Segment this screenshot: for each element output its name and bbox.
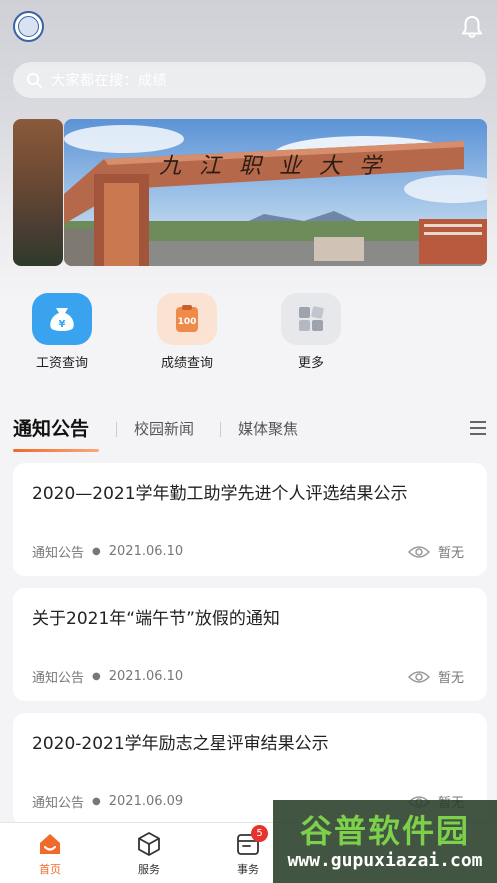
banner-prev-slide[interactable]	[13, 119, 63, 266]
campus-gate-photo: 九江职业大学	[64, 119, 487, 266]
nav-services-label: 服务	[138, 863, 160, 876]
watermark-brand: 谷普软件园	[299, 812, 470, 850]
tab-notices[interactable]: 通知公告	[13, 416, 89, 442]
svg-text:¥: ¥	[59, 319, 66, 330]
watermark-url: www.gupuxiazai.com	[287, 850, 483, 871]
notice-title: 2020-2021学年励志之星评审结果公示	[32, 734, 329, 754]
quick-action-more[interactable]: 更多	[266, 293, 356, 371]
notice-meta: 通知公告 ● 2021.06.10	[32, 542, 183, 561]
notice-category: 通知公告	[32, 671, 85, 686]
quick-action-label: 成绩查询	[160, 356, 213, 371]
hamburger-icon[interactable]	[469, 420, 487, 436]
nav-affairs-label: 事务	[237, 863, 259, 876]
quick-action-label: 更多	[297, 356, 324, 371]
notice-date: 2021.06.09	[108, 794, 184, 809]
campus-banner[interactable]: 九江职业大学	[64, 119, 487, 266]
tab-campus-news[interactable]: 校园新闻	[134, 416, 194, 442]
notice-date: 2021.06.10	[108, 669, 184, 684]
nav-home-label: 首页	[39, 863, 61, 876]
notice-category: 通知公告	[32, 546, 85, 561]
notice-meta: 通知公告 ● 2021.06.09	[32, 792, 183, 811]
search-placeholder: 大家都在搜：成绩	[51, 73, 167, 89]
notice-date: 2021.06.10	[108, 544, 184, 559]
notice-views: 暂无	[408, 667, 464, 686]
meta-separator: ●	[92, 796, 101, 807]
notice-views-count: 暂无	[438, 671, 465, 686]
news-tabs: 通知公告 校园新闻 媒体聚焦	[13, 416, 487, 452]
watermark: 谷普软件园 www.gupuxiazai.com	[273, 800, 497, 883]
nav-affairs[interactable]: 5 事务	[218, 825, 278, 877]
money-bag-icon: ¥	[32, 293, 92, 345]
meta-separator: ●	[92, 546, 101, 557]
quick-action-scores[interactable]: 100 成绩查询	[142, 293, 232, 371]
banner-gate-sign: 九江职业大学	[159, 154, 399, 179]
tab-divider	[116, 422, 117, 437]
nav-home[interactable]: 首页	[20, 831, 80, 877]
affairs-badge: 5	[251, 825, 268, 842]
eye-icon	[408, 670, 430, 683]
nav-services[interactable]: 服务	[119, 831, 179, 877]
tab-divider	[220, 422, 221, 437]
notice-meta: 通知公告 ● 2021.06.10	[32, 667, 183, 686]
grid-more-icon	[281, 293, 341, 345]
school-emblem-icon	[13, 11, 44, 42]
bell-icon[interactable]	[459, 14, 485, 40]
notice-card[interactable]: 关于2021年“端午节”放假的通知 通知公告 ● 2021.06.10 暂无	[13, 588, 487, 701]
search-icon	[26, 72, 42, 88]
home-icon	[40, 834, 60, 854]
notice-title: 2020—2021学年勤工助学先进个人评选结果公示	[32, 484, 408, 504]
notice-title: 关于2021年“端午节”放假的通知	[32, 609, 280, 629]
svg-text:100: 100	[178, 317, 197, 327]
notice-category: 通知公告	[32, 796, 85, 811]
active-tab-indicator	[13, 449, 99, 452]
notice-views: 暂无	[408, 542, 464, 561]
tab-media-focus[interactable]: 媒体聚焦	[238, 416, 298, 442]
quick-action-salary[interactable]: ¥ 工资查询	[17, 293, 107, 371]
eye-icon	[408, 545, 430, 558]
cube-icon	[138, 832, 160, 856]
score-100-icon: 100	[157, 293, 217, 345]
quick-action-label: 工资查询	[35, 356, 88, 371]
notice-views-count: 暂无	[438, 546, 465, 561]
search-bar[interactable]: 大家都在搜：成绩	[13, 62, 486, 98]
meta-separator: ●	[92, 671, 101, 682]
notice-card[interactable]: 2020—2021学年勤工助学先进个人评选结果公示 通知公告 ● 2021.06…	[13, 463, 487, 576]
